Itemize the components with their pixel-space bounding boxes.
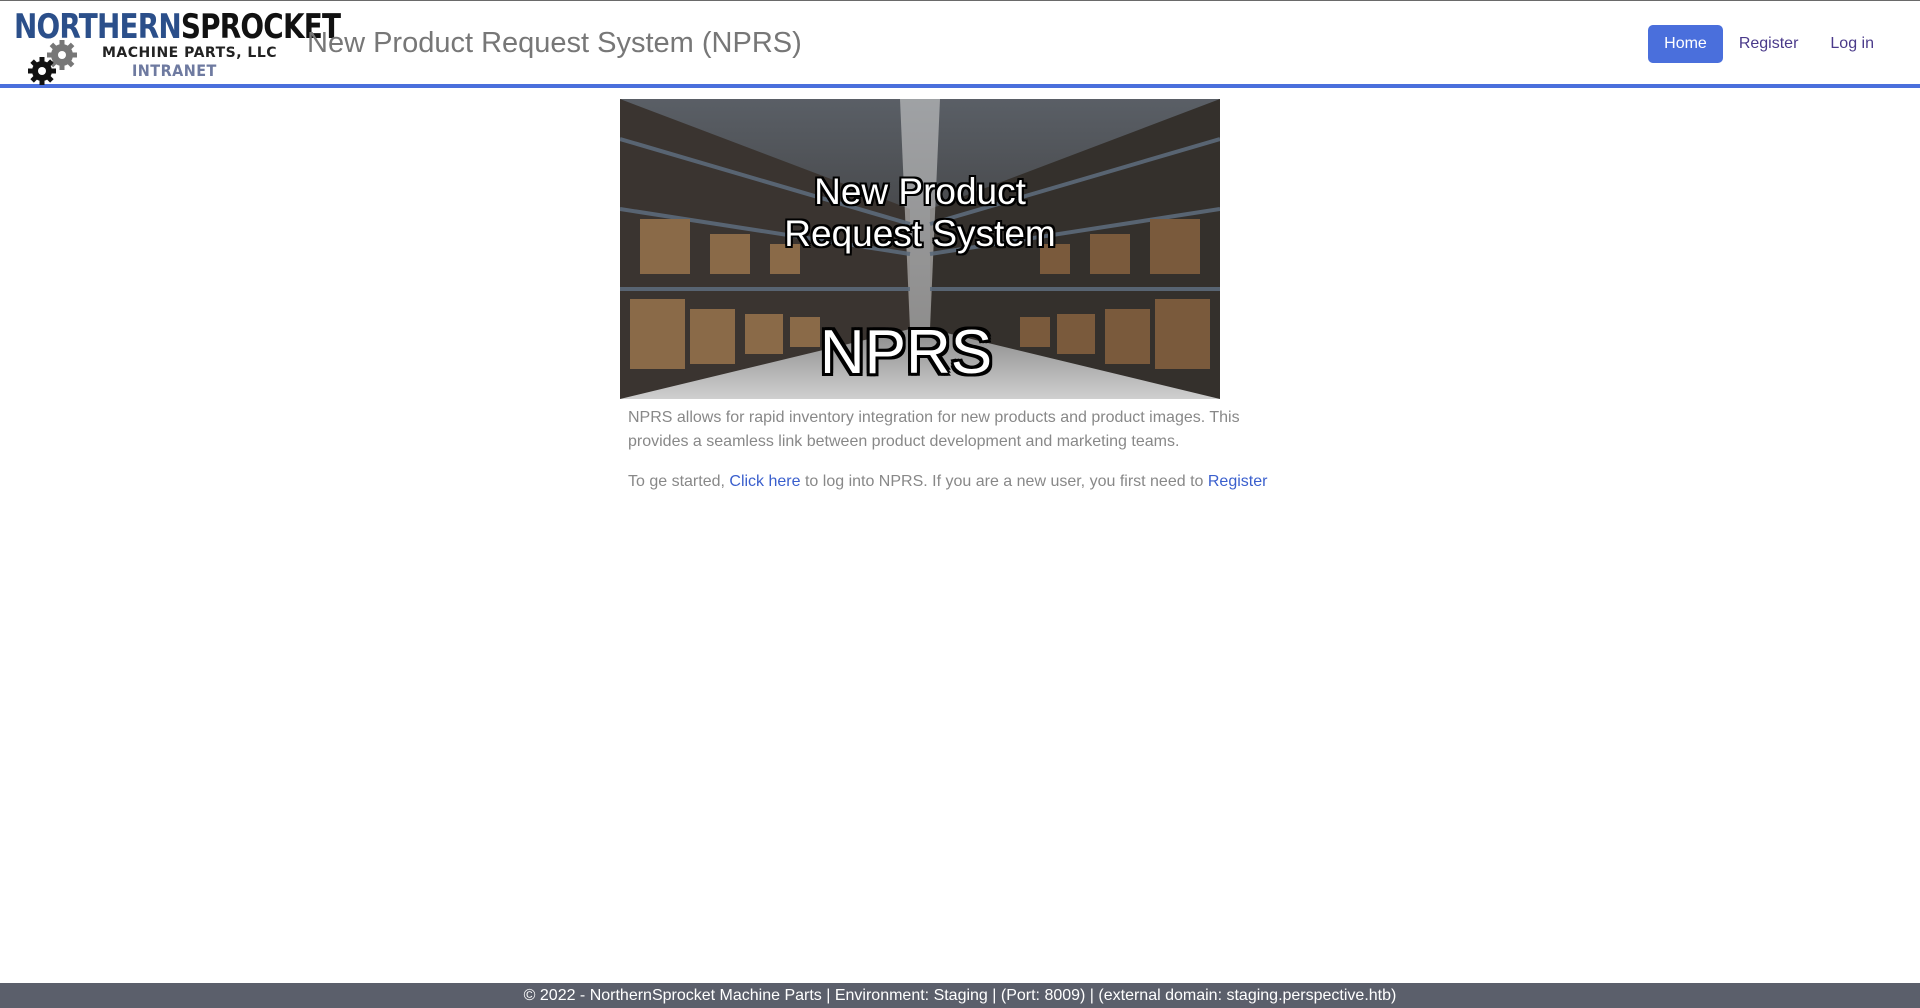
banner-abbreviation: NPRS [819, 318, 993, 387]
logo-subtitle: MACHINE PARTS, LLC [102, 45, 278, 61]
get-started-text: To ge started, Click here to log into NP… [628, 470, 1278, 494]
site-header: NORTHERNSPROCKET MACHINE PARTS, LLC INTR… [0, 0, 1920, 88]
get-started-prefix: To ge started, [628, 473, 730, 490]
logo-tag: INTRANET [132, 61, 217, 80]
nav-home-button[interactable]: Home [1648, 25, 1723, 63]
footer-text: © 2022 - NorthernSprocket Machine Parts … [523, 987, 1397, 1004]
company-logo[interactable]: NORTHERNSPROCKET MACHINE PARTS, LLC INTR… [12, 7, 341, 85]
click-here-link[interactable]: Click here [729, 473, 800, 490]
main-nav: Home Register Log in [1648, 25, 1890, 63]
nav-login-link[interactable]: Log in [1814, 25, 1890, 63]
logo-name-part1: NORTHERN [14, 7, 182, 47]
banner-title-line1: New Product [814, 171, 1026, 212]
main-content: NPRS allows for rapid inventory integrat… [628, 406, 1278, 510]
app-title: New Product Request System (NPRS) [307, 27, 802, 59]
nav-register-link[interactable]: Register [1723, 25, 1815, 63]
intro-text: NPRS allows for rapid inventory integrat… [628, 409, 1240, 450]
register-inline-link[interactable]: Register [1208, 473, 1268, 490]
get-started-middle: to log into NPRS. If you are a new user,… [800, 473, 1208, 490]
banner-title: New Product Request System [620, 171, 1220, 255]
site-footer: © 2022 - NorthernSprocket Machine Parts … [0, 983, 1920, 1008]
banner-title-line2: Request System [784, 213, 1056, 254]
logo-wordmark: NORTHERNSPROCKET [14, 7, 341, 47]
hero-banner-image: New Product Request System NPRS [620, 99, 1220, 399]
